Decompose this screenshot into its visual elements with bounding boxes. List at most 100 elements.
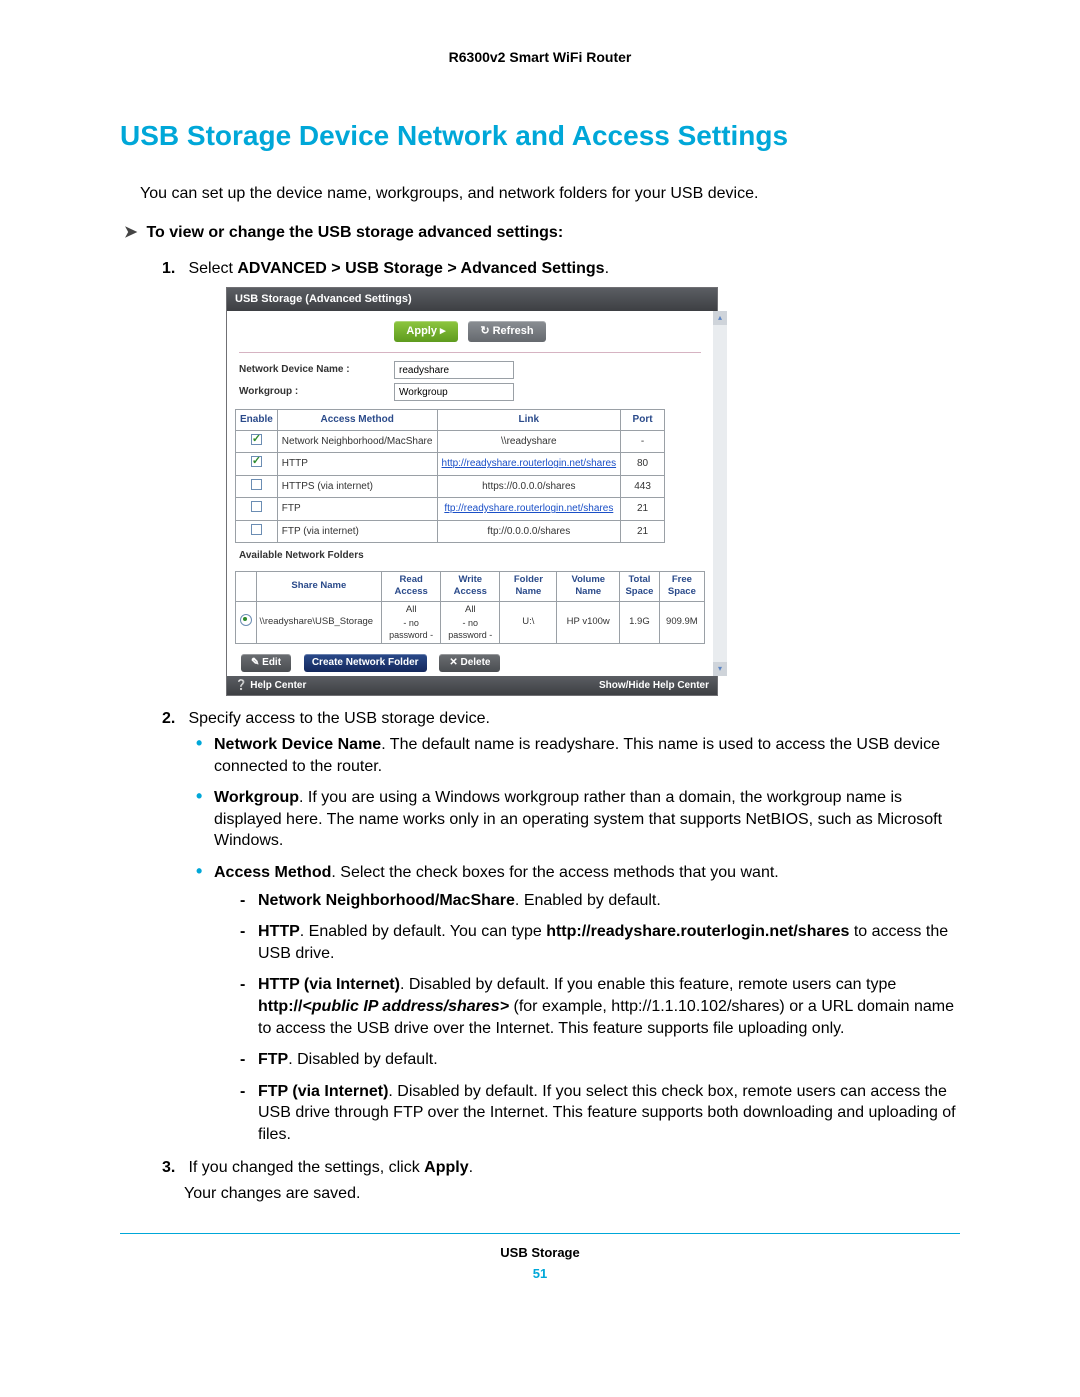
access-checkbox[interactable] [251, 479, 262, 490]
step-3-result: Your changes are saved. [184, 1183, 960, 1205]
access-link: ftp://0.0.0.0/shares [437, 520, 621, 543]
available-folders-heading: Available Network Folders [239, 549, 701, 563]
step-3: 3. If you changed the settings, click Ap… [162, 1157, 960, 1204]
folders-th-folder: Folder Name [500, 571, 557, 602]
panel-bottom-buttons: ✎ Edit Create Network Folder ✕ Delete [227, 650, 713, 676]
access-row: HTTPS (via internet)https://0.0.0.0/shar… [236, 475, 665, 498]
access-th-method: Access Method [277, 410, 437, 431]
page-title: USB Storage Device Network and Access Se… [120, 117, 960, 155]
delete-button[interactable]: ✕ Delete [439, 654, 500, 672]
access-th-link: Link [437, 410, 621, 431]
workgroup-label: Workgroup : [239, 385, 394, 399]
access-row: FTP (via internet)ftp://0.0.0.0/shares21 [236, 520, 665, 543]
panel-scrollbar[interactable]: ▴ ▾ [713, 311, 727, 676]
network-device-name-input[interactable] [394, 361, 514, 379]
access-port: 80 [621, 453, 665, 476]
access-port: 21 [621, 520, 665, 543]
folders-th-total: Total Space [620, 571, 660, 602]
access-checkbox[interactable] [251, 501, 262, 512]
access-th-port: Port [621, 410, 665, 431]
intro-text: You can set up the device name, workgrou… [140, 183, 940, 205]
access-method-sublist: Network Neighborhood/MacShare. Enabled b… [240, 890, 960, 1146]
access-link[interactable]: http://readyshare.routerlogin.net/shares [437, 453, 621, 476]
scroll-up-icon[interactable]: ▴ [713, 311, 727, 325]
procedure-heading-text: To view or change the USB storage advanc… [146, 224, 563, 241]
bullet-access-method: Access Method. Select the check boxes fo… [196, 862, 960, 1146]
step-1: 1. Select ADVANCED > USB Storage > Advan… [162, 258, 960, 697]
access-row: Network Neighborhood/MacShare\\readyshar… [236, 430, 665, 453]
access-link: https://0.0.0.0/shares [437, 475, 621, 498]
access-method: HTTP [277, 453, 437, 476]
create-folder-button[interactable]: Create Network Folder [304, 654, 427, 672]
folders-table: Share Name Read Access Write Access Fold… [235, 571, 705, 645]
access-th-enable: Enable [236, 410, 278, 431]
access-link[interactable]: ftp://readyshare.routerlogin.net/shares [437, 498, 621, 521]
folder-write-access: All- no password - [441, 602, 500, 644]
access-port: - [621, 430, 665, 453]
edit-button[interactable]: ✎ Edit [241, 654, 291, 672]
panel-divider [239, 352, 701, 353]
apply-button[interactable]: Apply ▸ [394, 321, 457, 342]
step-2: 2. Specify access to the USB storage dev… [162, 708, 960, 1145]
access-port: 443 [621, 475, 665, 498]
chevron-right-icon: ➤ [124, 222, 142, 244]
bullet-network-device-name: Network Device Name. The default name is… [196, 734, 960, 777]
access-method: FTP [277, 498, 437, 521]
access-row: HTTPhttp://readyshare.routerlogin.net/sh… [236, 453, 665, 476]
dash-macshare: Network Neighborhood/MacShare. Enabled b… [240, 890, 960, 912]
router-settings-panel: USB Storage (Advanced Settings) Apply ▸ … [226, 287, 718, 696]
network-device-name-label: Network Device Name : [239, 363, 394, 377]
step-2-number: 2. [162, 708, 184, 730]
access-checkbox[interactable] [251, 456, 262, 467]
dash-http-internet: HTTP (via Internet). Disabled by default… [240, 974, 960, 1039]
step-1-suffix: . [605, 260, 609, 277]
step-3-number: 3. [162, 1157, 184, 1179]
step-1-path: ADVANCED > USB Storage > Advanced Settin… [237, 260, 604, 277]
access-row: FTPftp://readyshare.routerlogin.net/shar… [236, 498, 665, 521]
scroll-down-icon[interactable]: ▾ [713, 662, 727, 676]
folders-th-read: Read Access [382, 571, 441, 602]
access-method: FTP (via internet) [277, 520, 437, 543]
footer-rule [120, 1233, 960, 1234]
page-number: 51 [120, 1265, 960, 1283]
help-center-link[interactable]: ❔ Help Center [235, 679, 306, 693]
refresh-button[interactable]: ↻ Refresh [468, 321, 545, 342]
manual-page: R6300v2 Smart WiFi Router USB Storage De… [0, 0, 1080, 1397]
step-1-number: 1. [162, 258, 184, 280]
step-3-text: If you changed the settings, click Apply… [188, 1159, 473, 1176]
dash-ftp-internet: FTP (via Internet). Disabled by default.… [240, 1081, 960, 1146]
access-checkbox[interactable] [251, 524, 262, 535]
access-method: HTTPS (via internet) [277, 475, 437, 498]
folder-read-access: All- no password - [382, 602, 441, 644]
folder-share-name: \\readyshare\USB_Storage [256, 602, 382, 644]
folder-volume: HP v100w [557, 602, 620, 644]
page-header-product: R6300v2 Smart WiFi Router [120, 48, 960, 67]
workgroup-row: Workgroup : [239, 383, 701, 401]
step-1-text: Select ADVANCED > USB Storage > Advanced… [188, 260, 609, 277]
step-1-prefix: Select [188, 260, 237, 277]
access-checkbox[interactable] [251, 434, 262, 445]
folders-row: \\readyshare\USB_Storage All- no passwor… [236, 602, 705, 644]
access-port: 21 [621, 498, 665, 521]
folder-select-radio[interactable] [240, 614, 252, 626]
access-method: Network Neighborhood/MacShare [277, 430, 437, 453]
dash-ftp: FTP. Disabled by default. [240, 1049, 960, 1071]
network-device-name-row: Network Device Name : [239, 361, 701, 379]
procedure-heading: ➤ To view or change the USB storage adva… [124, 222, 956, 244]
footer-section: USB Storage [120, 1244, 960, 1262]
procedure-steps: 1. Select ADVANCED > USB Storage > Advan… [162, 258, 960, 1205]
access-table-body: Network Neighborhood/MacShare\\readyshar… [236, 430, 665, 543]
folders-th-share: Share Name [256, 571, 382, 602]
folders-th-write: Write Access [441, 571, 500, 602]
bullet-workgroup: Workgroup. If you are using a Windows wo… [196, 787, 960, 852]
folders-th-volume: Volume Name [557, 571, 620, 602]
folder-name: U:\ [500, 602, 557, 644]
access-link: \\readyshare [437, 430, 621, 453]
folder-free: 909.9M [659, 602, 704, 644]
panel-title-bar: USB Storage (Advanced Settings) [227, 288, 717, 311]
step-2-bullets: Network Device Name. The default name is… [196, 734, 960, 1146]
folders-th-free: Free Space [659, 571, 704, 602]
toggle-help-link[interactable]: Show/Hide Help Center [599, 679, 709, 693]
workgroup-input[interactable] [394, 383, 514, 401]
access-table: Enable Access Method Link Port Network N… [235, 409, 665, 543]
